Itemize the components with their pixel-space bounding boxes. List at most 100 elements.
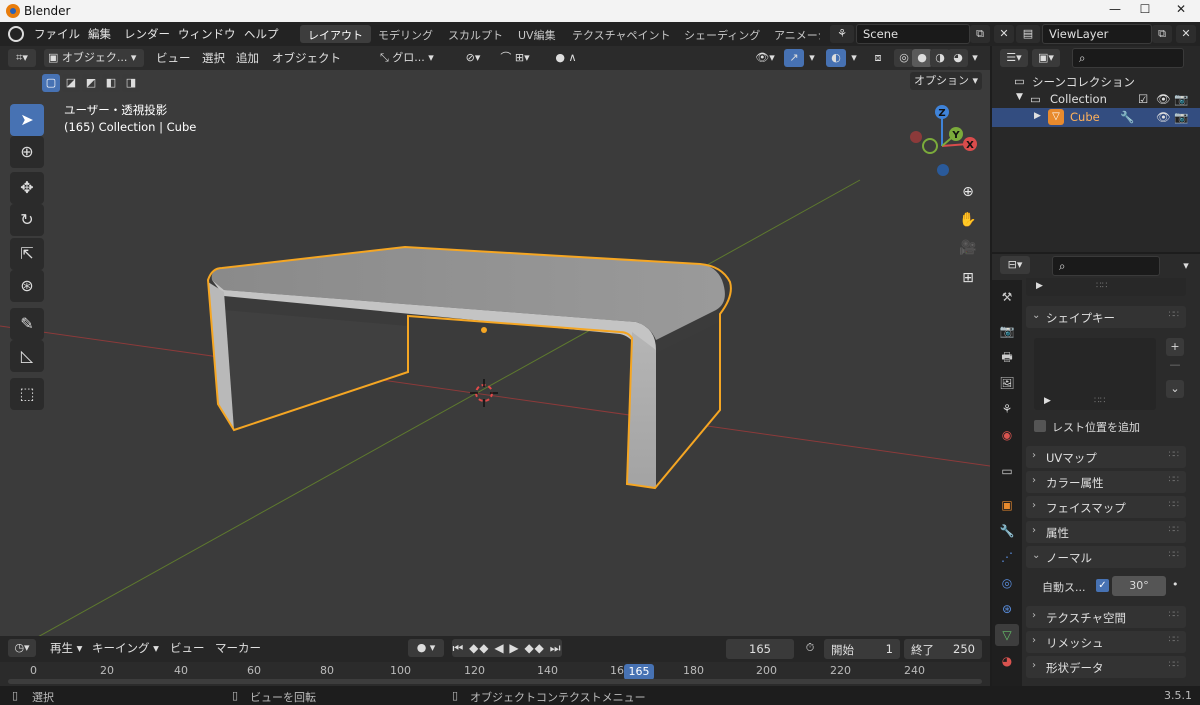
add-cube-tool-icon[interactable]: ⬚ bbox=[10, 378, 44, 410]
visibility-eye-icon[interactable]: 👁 bbox=[1156, 92, 1171, 106]
drag-grip-icon[interactable]: ∷∷ bbox=[1169, 635, 1180, 645]
render-camera-icon[interactable]: 📷 bbox=[1174, 92, 1188, 106]
new-scene-icon[interactable]: ⧉ bbox=[970, 25, 990, 43]
rotate-tool-icon[interactable]: ↻ bbox=[10, 204, 44, 236]
solid-shading-icon[interactable]: ● bbox=[912, 49, 932, 67]
new-view-layer-icon[interactable]: ⧉ bbox=[1152, 25, 1172, 43]
color-attributes-panel[interactable]: › カラー属性 ∷∷ bbox=[1026, 471, 1186, 493]
texture-space-panel[interactable]: › テクスチャ空間 ∷∷ bbox=[1026, 606, 1186, 628]
drag-grip-icon[interactable]: ∷∷ bbox=[1169, 525, 1180, 535]
object-tab-icon[interactable]: ▣ bbox=[995, 494, 1019, 516]
cursor-tool-icon[interactable]: ⊕ bbox=[10, 136, 44, 168]
visibility-icon[interactable]: 👁▾ bbox=[752, 49, 778, 67]
auto-keying-icon[interactable]: ● ▾ bbox=[408, 639, 444, 657]
particles-tab-icon[interactable]: ⋰ bbox=[995, 546, 1019, 568]
close-button[interactable]: ✕ bbox=[1166, 2, 1196, 20]
view-layer-field[interactable]: ViewLayer bbox=[1042, 24, 1152, 44]
remove-shape-key-icon[interactable]: — bbox=[1166, 358, 1184, 372]
current-frame-field[interactable]: 165 bbox=[726, 639, 794, 659]
view-layer-tab-icon[interactable]: 🖼 bbox=[995, 372, 1019, 394]
drag-grip-icon[interactable]: ∷∷ bbox=[1169, 660, 1180, 670]
transform-orientation-dropdown[interactable]: ⤡ グロ... ▾ bbox=[380, 49, 450, 67]
editor-type-icon[interactable]: ⌗▾ bbox=[8, 49, 36, 67]
outliner-editor-type-icon[interactable]: ☰▾ bbox=[1000, 49, 1028, 67]
auto-smooth-angle-field[interactable]: 30° bbox=[1112, 576, 1166, 596]
tab-uv-editing[interactable]: UV編集 bbox=[510, 25, 564, 43]
collection-tab-icon[interactable]: ▭ bbox=[995, 460, 1019, 482]
shading-dropdown-icon[interactable]: ▾ bbox=[968, 49, 982, 67]
select-tool-icon[interactable]: ➤ bbox=[10, 104, 44, 136]
auto-smooth-checkbox[interactable]: ✓ bbox=[1096, 579, 1109, 592]
timeline-editor-type-icon[interactable]: ◷▾ bbox=[8, 639, 36, 657]
timeline-scrollbar[interactable] bbox=[8, 679, 982, 684]
start-frame-field[interactable]: 開始 1 bbox=[824, 639, 900, 659]
uv-maps-panel[interactable]: › UVマップ ∷∷ bbox=[1026, 446, 1186, 468]
drag-grip-icon[interactable]: ∷∷ bbox=[1169, 550, 1180, 560]
attributes-panel[interactable]: › 属性 ∷∷ bbox=[1026, 521, 1186, 543]
normals-panel[interactable]: ⌄ ノーマル ∷∷ bbox=[1026, 546, 1186, 568]
zoom-icon[interactable]: ⊕ bbox=[956, 180, 980, 204]
blender-menu-icon[interactable] bbox=[8, 26, 24, 42]
perspective-grid-icon[interactable]: ⊞ bbox=[956, 266, 980, 290]
mode-dropdown[interactable]: ▣ オブジェク... ▾ bbox=[44, 49, 144, 67]
display-mode-icon[interactable]: ▣▾ bbox=[1032, 49, 1060, 67]
properties-options-dropdown-icon[interactable]: ▾ bbox=[1178, 257, 1194, 275]
proportional-edit-icon[interactable]: ● ∧ bbox=[544, 49, 588, 67]
navigation-gizmo[interactable]: Z Y X bbox=[910, 105, 977, 176]
end-frame-field[interactable]: 終了 250 bbox=[904, 639, 982, 659]
shape-keys-list[interactable]: ▶ ∷∷ bbox=[1034, 338, 1156, 410]
maximize-button[interactable]: ☐ bbox=[1130, 2, 1160, 20]
camera-icon[interactable]: 🎥 bbox=[956, 236, 980, 260]
delete-scene-icon[interactable]: ✕ bbox=[994, 25, 1014, 43]
drag-grip-icon[interactable]: ∷∷ bbox=[1169, 310, 1180, 320]
pan-hand-icon[interactable]: ✋ bbox=[956, 208, 980, 232]
measure-tool-icon[interactable]: ◺ bbox=[10, 340, 44, 372]
keying-menu[interactable]: キーイング ▾ bbox=[92, 640, 159, 656]
viewport-canvas[interactable]: Z Y X bbox=[0, 70, 990, 636]
wireframe-shading-icon[interactable]: ◎ bbox=[894, 49, 914, 67]
3d-viewport[interactable]: ⌗▾ ▣ オブジェク... ▾ ビュー 選択 追加 オブジェクト ⤡ グロ...… bbox=[0, 46, 990, 636]
properties-search-input[interactable]: ⌕ bbox=[1052, 256, 1160, 276]
modifier-wrench-icon[interactable]: 🔧 bbox=[1120, 110, 1134, 124]
expand-arrow-icon[interactable]: ▼ bbox=[1016, 92, 1023, 102]
menu-render[interactable]: レンダー bbox=[124, 26, 170, 42]
timeline-ruler[interactable]: 0 20 40 60 80 100 120 140 160 180 200 22… bbox=[0, 662, 990, 686]
face-maps-panel[interactable]: › フェイスマップ ∷∷ bbox=[1026, 496, 1186, 518]
snap-icon[interactable]: ⌒ ⊞▾ bbox=[490, 49, 540, 67]
move-tool-icon[interactable]: ✥ bbox=[10, 172, 44, 204]
menu-add[interactable]: 追加 bbox=[236, 50, 259, 66]
menu-select[interactable]: 選択 bbox=[202, 50, 225, 66]
outliner-search-input[interactable]: ⌕ bbox=[1072, 48, 1184, 68]
stopwatch-icon[interactable]: ⏱ bbox=[800, 639, 820, 657]
world-tab-icon[interactable]: ◉ bbox=[995, 424, 1019, 446]
drag-grip-icon[interactable]: ∷∷ bbox=[1169, 450, 1180, 460]
menu-object[interactable]: オブジェクト bbox=[272, 50, 341, 66]
menu-edit[interactable]: 編集 bbox=[88, 26, 111, 42]
modifier-tab-icon[interactable]: 🔧 bbox=[995, 520, 1019, 542]
playback-controls[interactable]: ⏮ ◆◆ ◀ ▶ ◆◆ ⏭ bbox=[452, 639, 562, 657]
material-tab-icon[interactable]: ◕ bbox=[995, 650, 1019, 672]
remesh-panel[interactable]: › リメッシュ ∷∷ bbox=[1026, 631, 1186, 653]
shape-keys-panel[interactable]: ⌄ シェイプキー ∷∷ bbox=[1026, 306, 1186, 328]
visibility-eye-icon[interactable]: 👁 bbox=[1156, 110, 1171, 124]
tool-tab-icon[interactable]: ⚒ bbox=[995, 286, 1019, 308]
expand-arrow-icon[interactable]: ▶ bbox=[1034, 111, 1041, 121]
list-expand-icon[interactable]: ▶ bbox=[1044, 396, 1051, 406]
outliner-scene-collection[interactable]: ▭ シーンコレクション bbox=[992, 72, 1200, 91]
shape-key-specials-icon[interactable]: ⌄ bbox=[1166, 380, 1184, 398]
scene-tab-icon[interactable]: ⚘ bbox=[995, 398, 1019, 420]
scene-field[interactable]: Scene bbox=[856, 24, 970, 44]
outliner-collection[interactable]: ▼ ▭ Collection ☑ 👁 📷 bbox=[992, 90, 1200, 109]
constraints-tab-icon[interactable]: ⊛ bbox=[995, 598, 1019, 620]
drag-grip-icon[interactable]: ∷∷ bbox=[1169, 500, 1180, 510]
rest-position-checkbox[interactable] bbox=[1034, 420, 1046, 432]
list-resize-grip-icon[interactable]: ∷∷ bbox=[1094, 396, 1105, 406]
rendered-shading-icon[interactable]: ◕ bbox=[948, 49, 968, 67]
tab-sculpt[interactable]: スカルプト bbox=[440, 25, 511, 43]
gizmo-dropdown-icon[interactable]: ▾ bbox=[806, 49, 818, 67]
outliner-cube[interactable]: ▶ ▽ Cube 🔧 👁 📷 bbox=[992, 108, 1200, 127]
cube-object[interactable] bbox=[206, 245, 732, 490]
menu-help[interactable]: ヘルプ bbox=[244, 26, 279, 42]
playback-menu[interactable]: 再生 ▾ bbox=[50, 640, 82, 656]
properties-editor-type-icon[interactable]: ⊟▾ bbox=[1000, 256, 1030, 274]
